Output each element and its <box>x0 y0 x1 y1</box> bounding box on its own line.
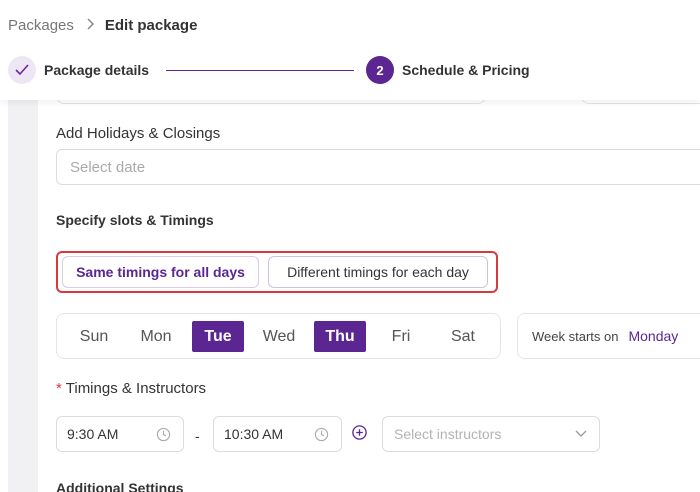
step-label: Package details <box>44 62 150 78</box>
week-start-value[interactable]: Monday <box>628 328 678 344</box>
day-thu[interactable]: Thu <box>314 321 366 352</box>
day-fri[interactable]: Fri <box>375 321 427 352</box>
start-time-value: 9:30 AM <box>67 426 119 442</box>
chevron-right-icon <box>86 17 95 34</box>
day-sat[interactable]: Sat <box>437 321 489 352</box>
breadcrumb-current: Edit package <box>104 17 198 34</box>
left-gutter <box>8 100 38 492</box>
step-package-details[interactable]: Package details <box>8 56 149 84</box>
day-wed[interactable]: Wed <box>253 321 305 352</box>
slots-heading: Specify slots & Timings <box>56 212 214 228</box>
required-mark: * <box>56 380 62 397</box>
check-icon <box>8 56 36 84</box>
step-label: Schedule & Pricing <box>402 62 530 78</box>
same-timings-button[interactable]: Same timings for all days <box>62 256 259 288</box>
chevron-down-icon <box>575 430 587 437</box>
holidays-label: Add Holidays & Closings <box>56 125 221 142</box>
stepper: Package details 2 Schedule & Pricing <box>8 56 700 86</box>
holiday-date-input[interactable]: Select date <box>56 149 700 185</box>
step-number: 2 <box>366 56 394 84</box>
breadcrumb-packages-link[interactable]: Packages <box>8 17 74 34</box>
end-time-value: 10:30 AM <box>224 426 284 442</box>
instructors-placeholder: Select instructors <box>394 426 502 442</box>
timings-label: * Timings & Instructors <box>56 380 206 397</box>
add-time-slot-icon[interactable] <box>351 424 368 441</box>
additional-settings-heading: Additional Settings <box>56 480 184 492</box>
day-mon[interactable]: Mon <box>130 321 182 352</box>
start-time-input[interactable]: 9:30 AM <box>56 416 184 452</box>
different-timings-button[interactable]: Different timings for each day <box>268 256 488 288</box>
timings-label-text: Timings & Instructors <box>65 380 207 397</box>
instructors-select[interactable]: Select instructors <box>382 416 600 452</box>
end-time-input[interactable]: 10:30 AM <box>213 416 342 452</box>
week-start-selector[interactable]: Week starts on Monday <box>517 313 700 359</box>
clock-icon <box>314 427 329 442</box>
breadcrumb: Packages Edit package <box>8 17 197 34</box>
step-connector <box>166 70 354 71</box>
day-tue[interactable]: Tue <box>192 321 244 352</box>
clock-icon <box>156 427 171 442</box>
week-start-label: Week starts on <box>532 328 619 344</box>
time-separator: - <box>195 428 200 444</box>
page-header: Packages Edit package Package details 2 … <box>0 0 700 100</box>
step-schedule-pricing[interactable]: 2 Schedule & Pricing <box>366 56 530 84</box>
day-sun[interactable]: Sun <box>68 321 120 352</box>
